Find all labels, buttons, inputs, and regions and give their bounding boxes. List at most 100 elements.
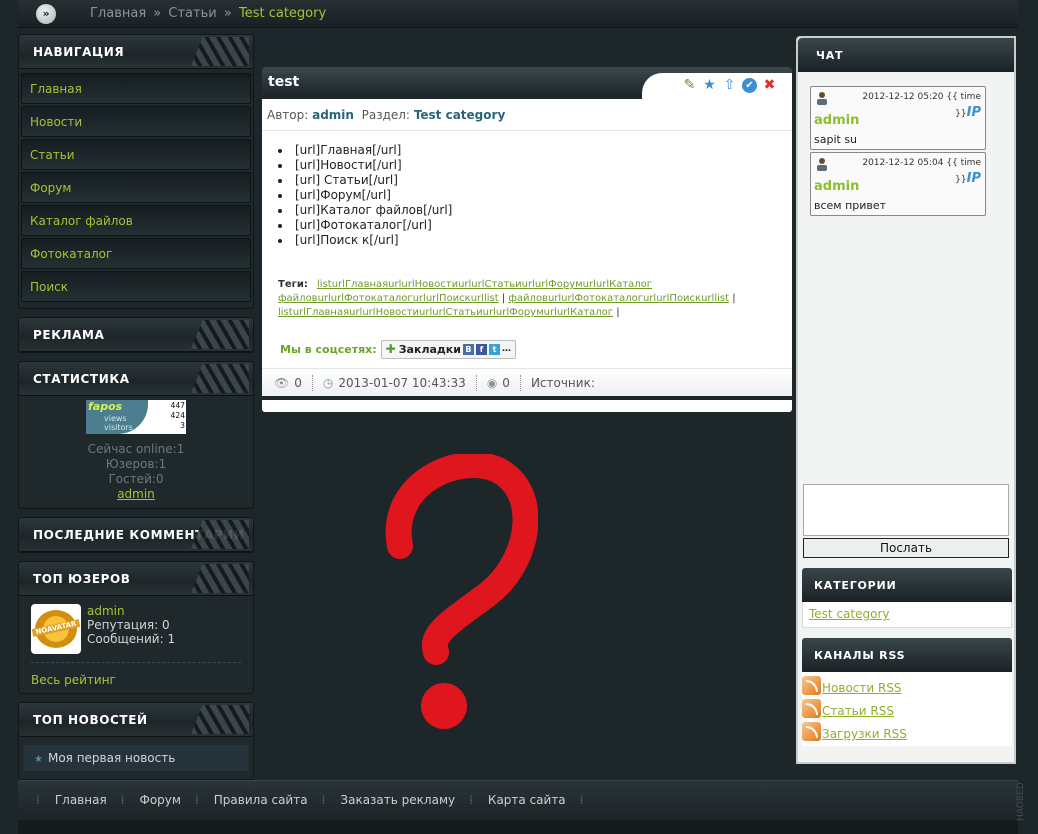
rss-icon (802, 699, 821, 718)
right-sidebar: ЧАТ 2012-12-12 05:20 {{ time }}IP admin … (796, 36, 1016, 764)
chat-author[interactable]: admin (814, 113, 859, 128)
navigation-block: НАВИГАЦИЯ Главная Новости Статьи Форум К… (18, 34, 254, 309)
last-comments-block: ПОСЛЕДНИЕ КОММЕНТАРИИ (18, 517, 254, 553)
triangle-pattern-icon (191, 364, 249, 393)
home-arrow-icon[interactable]: » (36, 4, 56, 24)
bookmarks-button[interactable]: ✚ Закладки В f t … (380, 339, 516, 359)
arrow-up-icon[interactable]: ⇧ (722, 78, 737, 93)
nav-item-search[interactable]: Поиск (21, 271, 251, 302)
clock-icon: ◷ (322, 375, 334, 390)
comments-count[interactable]: 0 (502, 376, 510, 390)
post-date: 2013-01-07 10:43:33 (338, 375, 466, 390)
facebook-icon[interactable]: f (475, 343, 487, 355)
all-rating-link[interactable]: Весь рейтинг (31, 673, 241, 687)
top-user-messages: Сообщений: 1 (87, 632, 176, 646)
chat-messages: 2012-12-12 05:20 {{ time }}IP admin sapi… (810, 86, 986, 218)
block-title: НАВИГАЦИЯ (33, 45, 125, 59)
post-bottom-bar (262, 400, 792, 412)
list-item: [url]Форум[/url] (278, 188, 776, 203)
nav-item-news[interactable]: Новости (21, 106, 251, 137)
plus-icon: ✚ (385, 341, 396, 356)
triangle-pattern-icon (191, 520, 249, 549)
post-title[interactable]: test (268, 74, 299, 90)
category-link[interactable]: Test category (803, 602, 1011, 623)
post-meta: Автор: admin Раздел: Test category (262, 99, 792, 131)
nav-item-photos[interactable]: Фотокаталог (21, 238, 251, 269)
top-users-block: ТОП ЮЗЕРОВ NOAVATAR admin Репутация: 0 С… (18, 561, 254, 694)
triangle-pattern-icon (191, 37, 249, 66)
vk-icon[interactable]: В (462, 343, 474, 355)
block-title: СТАТИСТИКА (33, 372, 130, 386)
post-tags: Теги: listurlГлавнаяurlurlНовостиurlurlС… (278, 279, 736, 318)
nav-item-files[interactable]: Каталог файлов (21, 205, 251, 236)
eye-icon: 👁 (274, 375, 290, 390)
ads-block: РЕКЛАМА (18, 317, 254, 353)
footer-nav: ⁞ Главная ⁞ Форум ⁞ Правила сайта ⁞ Зака… (18, 780, 1018, 818)
send-button[interactable]: Послать (803, 538, 1009, 558)
post-author[interactable]: admin (312, 108, 354, 122)
avatar[interactable]: NOAVATAR (31, 604, 81, 654)
chat-message: 2012-12-12 05:04 {{ time }}IP admin всем… (810, 152, 986, 216)
chat-text: всем привет (814, 199, 887, 212)
tag-link[interactable]: listurlГлавнаяurlurlНовостиurlurlСтатьиu… (278, 307, 613, 318)
visit-counter[interactable]: fapos views visitors 447 424 3 (86, 400, 186, 434)
footer-link-forum[interactable]: Форум (140, 793, 181, 807)
star-icon: ★ (34, 754, 43, 765)
check-icon[interactable]: ✔ (742, 78, 757, 93)
footer-link-sitemap[interactable]: Карта сайта (488, 793, 566, 807)
chat-title: ЧАТ (816, 49, 844, 62)
footer-link-home[interactable]: Главная (55, 793, 107, 807)
list-item: [url] Статьи[/url] (278, 173, 776, 188)
post-section[interactable]: Test category (414, 108, 505, 122)
breadcrumb-articles[interactable]: Статьи (168, 6, 216, 21)
rss-icon (802, 676, 821, 695)
rss-item[interactable]: Загрузки RSS (802, 718, 1012, 741)
chat-input[interactable] (803, 484, 1009, 536)
breadcrumb: Главная » Статьи » Test category (90, 6, 327, 21)
ip-icon[interactable]: IP (967, 171, 981, 186)
top-user-name[interactable]: admin (87, 604, 175, 618)
list-item: [url]Каталог файлов[/url] (278, 203, 776, 218)
comments-icon[interactable]: ◉ (487, 376, 497, 390)
footer-link-ads[interactable]: Заказать рекламу (340, 793, 455, 807)
nav-item-articles[interactable]: Статьи (21, 139, 251, 170)
tag-link[interactable]: файловurlurlФотокаталогurlurlПоискurllis… (508, 293, 729, 304)
star-icon[interactable]: ★ (702, 78, 717, 93)
chat-author[interactable]: admin (814, 179, 859, 194)
list-item: [url]Новости[/url] (278, 158, 776, 173)
left-sidebar: НАВИГАЦИЯ Главная Новости Статьи Форум К… (18, 34, 254, 788)
top-bar: » Главная » Статьи » Test category (18, 0, 1018, 28)
twitter-icon[interactable]: t (488, 343, 500, 355)
breadcrumb-home[interactable]: Главная (90, 6, 146, 21)
question-mark-drawing (385, 454, 538, 729)
footer-link-rules[interactable]: Правила сайта (214, 793, 308, 807)
nav-item-forum[interactable]: Форум (21, 172, 251, 203)
bottom-strip (18, 820, 1018, 834)
edit-pencil-icon[interactable]: ✎ (682, 78, 697, 93)
side-mark: HAOBED (1016, 782, 1026, 822)
rss-item[interactable]: Статьи RSS (802, 695, 1012, 718)
triangle-pattern-icon (191, 705, 249, 734)
online-count: Сейчас online:1 (87, 442, 185, 456)
post: test ✎ ★ ⇧ ✔ ✖ Автор: admin Раздел: Test… (262, 67, 792, 412)
post-content: [url]Главная[/url] [url]Новости[/url] [u… (262, 131, 792, 368)
rss-icon (802, 722, 821, 741)
breadcrumb-current: Test category (238, 6, 327, 21)
news-item[interactable]: ★ Моя первая новость (24, 745, 248, 771)
more-icon[interactable]: … (502, 342, 511, 357)
top-user-reputation: Репутация: 0 (87, 618, 170, 632)
top-news-block: ТОП НОВОСТЕЙ ★ Моя первая новость (18, 702, 254, 780)
block-title: ТОП ЮЗЕРОВ (33, 572, 131, 586)
delete-icon[interactable]: ✖ (762, 78, 777, 93)
views-count: 0 (294, 375, 302, 390)
rss-item[interactable]: Новости RSS (802, 672, 1012, 695)
post-toolbar: ✎ ★ ⇧ ✔ ✖ (642, 73, 792, 99)
nav-item-home[interactable]: Главная (21, 73, 251, 104)
source-label: Источник: (530, 375, 595, 390)
post-footer: 👁 0 ◷ 2013-01-07 10:43:33 ◉ 0 Источник: (262, 368, 792, 396)
ip-icon[interactable]: IP (967, 105, 981, 120)
list-item: [url]Главная[/url] (278, 143, 776, 158)
online-user-link[interactable]: admin (117, 487, 155, 501)
block-title: КАТЕГОРИИ (814, 579, 897, 592)
chat-message: 2012-12-12 05:20 {{ time }}IP admin sapi… (810, 86, 986, 150)
